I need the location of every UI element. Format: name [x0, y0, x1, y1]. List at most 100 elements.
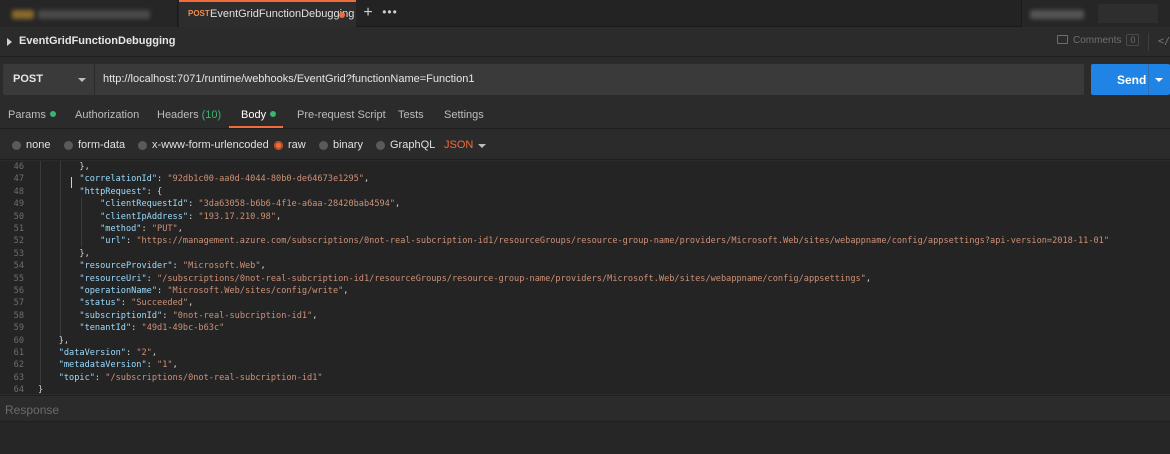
- radio-none-label[interactable]: none: [26, 139, 50, 151]
- code-icon[interactable]: </: [1158, 36, 1170, 47]
- json-value: "2": [136, 348, 152, 358]
- tab-params[interactable]: Params: [8, 109, 56, 121]
- json-punctuation: },: [38, 162, 90, 172]
- line-number: 53: [13, 248, 24, 259]
- code-line: 49 "clientRequestId": "3da63058-b6b6-4f1…: [0, 198, 1170, 210]
- line-number: 63: [13, 372, 24, 383]
- radio-x-www-form-urlencoded[interactable]: [138, 141, 147, 150]
- code-text: "resourceUri": "/subscriptions/0not-real…: [38, 273, 871, 285]
- json-punctuation: ,: [177, 224, 183, 234]
- unsaved-dot-icon[interactable]: [339, 12, 345, 18]
- tab-title: EventGridFunctionDebugging: [210, 8, 355, 20]
- radio-raw-label[interactable]: raw: [288, 139, 306, 151]
- comments-count: 0: [1126, 34, 1140, 46]
- code-line: 51 "method": "PUT",: [0, 223, 1170, 235]
- tab-method: POST: [188, 9, 210, 18]
- json-colon: :: [157, 174, 168, 185]
- request-tabs: Params Authorization Headers (10) Body P…: [0, 102, 1170, 129]
- json-punctuation: ,: [151, 348, 158, 358]
- code-line: 60 },: [0, 335, 1170, 347]
- tab-pre-request-script[interactable]: Pre-request Script: [297, 109, 386, 121]
- json-value: "/subscriptions/0not-real-subcription-id…: [105, 372, 323, 383]
- radio-form-data[interactable]: [64, 141, 73, 150]
- line-number: 58: [13, 310, 24, 321]
- code-text: "status": "Succeeded",: [38, 297, 193, 309]
- environment-blurred: [1030, 10, 1084, 19]
- json-colon: :: [120, 298, 132, 309]
- more-tabs-button[interactable]: •••: [380, 0, 400, 27]
- json-colon: :: [162, 310, 173, 321]
- code-line: 52 "url": "https://management.azure.com/…: [0, 235, 1170, 247]
- radio-graphql[interactable]: [376, 141, 385, 150]
- send-button[interactable]: Send: [1091, 64, 1170, 95]
- environment-selector[interactable]: [1021, 0, 1170, 27]
- json-punctuation: ,: [172, 360, 178, 371]
- line-number: 47: [13, 174, 24, 185]
- line-number: 48: [13, 186, 24, 197]
- json-colon: :: [188, 199, 199, 210]
- line-number: 62: [13, 360, 24, 371]
- response-bar[interactable]: Response: [0, 395, 1170, 422]
- comments-button[interactable]: Comments 0: [1057, 34, 1140, 46]
- json-value: "193.17.210.98": [198, 211, 277, 222]
- code-line: 63 "topic": "/subscriptions/0not-real-su…: [0, 372, 1170, 384]
- tab-active[interactable]: POST EventGridFunctionDebugging: [179, 0, 356, 27]
- radio-graphql-label[interactable]: GraphQL: [390, 139, 435, 151]
- json-punctuation: : {: [146, 186, 163, 197]
- json-colon: :: [146, 360, 158, 371]
- json-key: "metadataVersion": [58, 360, 147, 371]
- line-number: 64: [13, 385, 24, 394]
- request-name[interactable]: EventGridFunctionDebugging: [19, 35, 175, 47]
- json-value: "92db1c00-aa0d-4044-80b0-de64673e1295": [167, 174, 364, 185]
- url-input[interactable]: http://localhost:7071/runtime/webhooks/E…: [103, 73, 474, 85]
- tab-authorization[interactable]: Authorization: [75, 109, 139, 121]
- code-text: "metadataVersion": "1",: [38, 359, 178, 371]
- tab-settings[interactable]: Settings: [444, 109, 484, 121]
- code-text: },: [38, 161, 90, 173]
- code-line: 53 },: [0, 248, 1170, 260]
- send-split-divider: [1148, 64, 1149, 95]
- body-editor[interactable]: 46 }, 47 "correlationId": "92db1c00-aa0d-…: [0, 161, 1170, 394]
- code-line: 50 "clientIpAddress": "193.17.210.98",: [0, 211, 1170, 223]
- radio-binary[interactable]: [319, 141, 328, 150]
- body-dot-icon: [270, 111, 277, 117]
- caret-right-icon[interactable]: [7, 38, 12, 46]
- tab-body[interactable]: Body: [241, 109, 277, 121]
- json-punctuation: ,: [188, 298, 194, 309]
- json-key: "tenantId": [79, 323, 132, 334]
- radio-x-www-form-urlencoded-label[interactable]: x-www-form-urlencoded: [152, 139, 269, 151]
- radio-none[interactable]: [12, 141, 21, 150]
- tab-headers-label: Headers: [157, 109, 199, 121]
- radio-form-data-label[interactable]: form-data: [78, 139, 125, 151]
- json-key: "operationName": [79, 286, 158, 296]
- radio-binary-label[interactable]: binary: [333, 139, 363, 151]
- format-chevron-down-icon[interactable]: [478, 144, 486, 148]
- new-tab-button[interactable]: +: [358, 0, 378, 27]
- code-text: "subscriptionId": "0not-real-subcription…: [38, 310, 317, 322]
- response-panel: [0, 422, 1170, 454]
- radio-raw[interactable]: [274, 141, 283, 150]
- json-key: "status": [79, 298, 121, 309]
- format-select[interactable]: JSON: [444, 139, 473, 151]
- code-text: "url": "https://management.azure.com/sub…: [38, 235, 1109, 247]
- json-key: "resourceUri": [79, 273, 147, 284]
- send-options-chevron-icon[interactable]: [1155, 78, 1163, 82]
- json-value: "Succeeded": [131, 298, 189, 309]
- tab-headers[interactable]: Headers (10): [157, 109, 221, 121]
- tab-tests[interactable]: Tests: [398, 109, 424, 121]
- json-key: "subscriptionId": [79, 310, 163, 321]
- code-line: 62 "metadataVersion": "1",: [0, 359, 1170, 371]
- line-number: 52: [13, 236, 24, 247]
- tab-inactive[interactable]: [0, 0, 178, 27]
- json-punctuation: ,: [363, 174, 370, 185]
- method-select[interactable]: POST: [3, 64, 95, 95]
- json-colon: :: [188, 211, 199, 222]
